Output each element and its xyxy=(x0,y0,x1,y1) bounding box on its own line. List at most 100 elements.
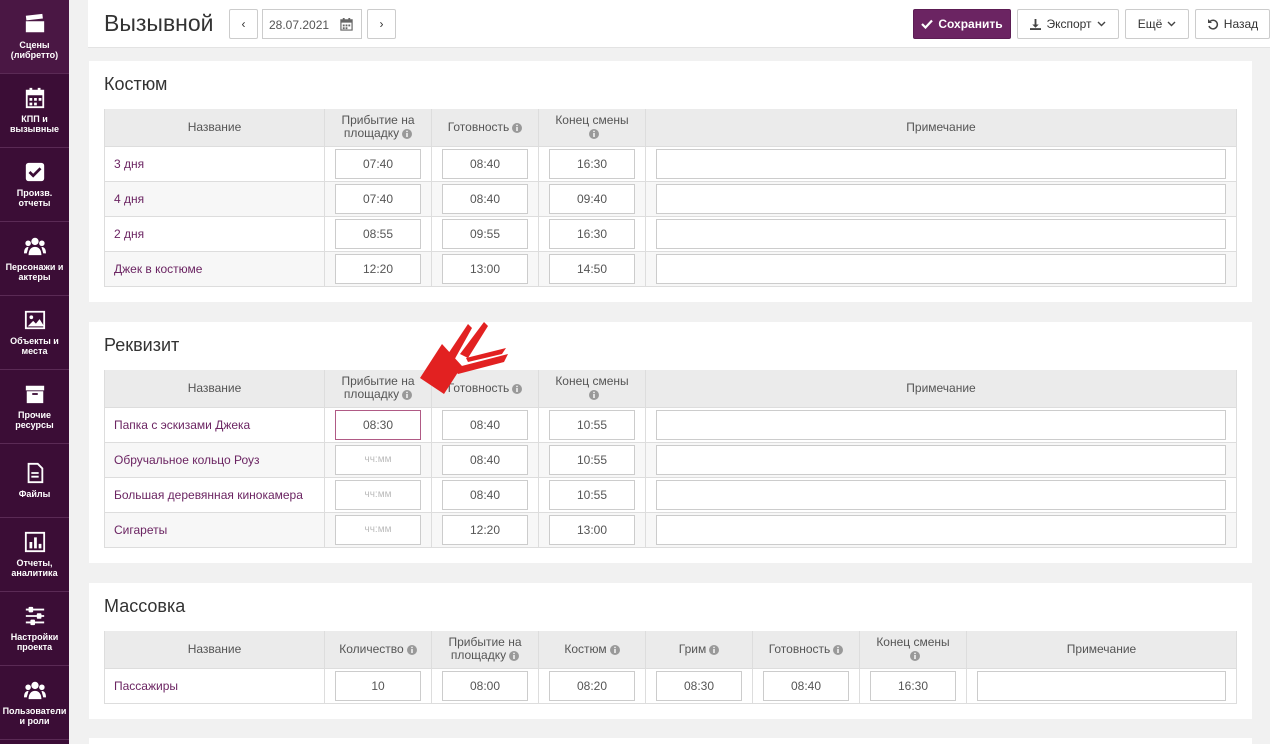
next-date-button[interactable]: › xyxy=(367,9,396,39)
note-cell xyxy=(645,511,1237,548)
makeup-time-input[interactable]: 08:30 xyxy=(656,670,742,701)
arrival-cell: 07:40 xyxy=(324,145,432,181)
ready-cell: 08:40 xyxy=(431,441,539,477)
end-time-input[interactable]: 10:55 xyxy=(549,444,635,475)
header-label: Примечание xyxy=(906,119,976,134)
row-name: 2 дня xyxy=(104,215,325,251)
download-icon xyxy=(1030,18,1042,30)
arrival-time-input[interactable]: чч:мм xyxy=(335,444,421,475)
sidebar-item-files[interactable]: Файлы xyxy=(0,444,69,518)
info-icon[interactable] xyxy=(402,129,413,140)
annotation-arrow-icon xyxy=(420,322,508,394)
sidebar-item-settings[interactable]: Настройки проекта xyxy=(0,592,69,666)
info-icon[interactable] xyxy=(588,390,599,401)
arrival-time-input[interactable]: чч:мм xyxy=(335,479,421,510)
sidebar-item-label: Персонажи и актеры xyxy=(5,262,64,282)
note-cell xyxy=(645,215,1237,251)
ready-time-input[interactable]: 09:55 xyxy=(442,218,528,249)
column-header-arrival: Прибытие на площадку xyxy=(324,109,432,146)
bar-chart-icon xyxy=(24,531,45,553)
arrival-time-input[interactable]: 07:40 xyxy=(335,148,421,179)
prev-date-button[interactable]: ‹ xyxy=(229,9,258,39)
end-time-input[interactable]: 10:55 xyxy=(549,479,635,510)
costume-table: Название Прибытие на площадку Готовность… xyxy=(104,109,1237,287)
info-icon[interactable] xyxy=(509,651,520,662)
sidebar-item-callsheets[interactable]: КПП и вызывные xyxy=(0,74,69,148)
sidebar-item-scenes[interactable]: Сцены (либретто) xyxy=(0,0,69,74)
ready-time-input[interactable]: 08:40 xyxy=(442,409,528,440)
arrival-time-input[interactable]: 08:30 xyxy=(335,409,421,440)
arrival-cell: 12:20 xyxy=(324,250,432,287)
note-input[interactable] xyxy=(656,479,1226,510)
header-label: Название xyxy=(187,380,242,395)
ready-cell: 08:40 xyxy=(431,476,539,512)
table-row: Большая деревянная кинокамера чч:мм 08:4… xyxy=(104,476,1237,512)
end-time-input[interactable]: 16:30 xyxy=(870,670,956,701)
end-time-input[interactable]: 16:30 xyxy=(549,218,635,249)
note-cell xyxy=(645,406,1237,442)
info-icon[interactable] xyxy=(609,644,620,655)
note-input[interactable] xyxy=(656,444,1226,475)
end-time-input[interactable]: 10:55 xyxy=(549,409,635,440)
info-icon[interactable] xyxy=(402,390,413,401)
sidebar-item-resources[interactable]: Прочие ресурсы xyxy=(0,370,69,444)
ready-time-input[interactable]: 08:40 xyxy=(442,479,528,510)
sidebar-item-analytics[interactable]: Отчеты, аналитика xyxy=(0,518,69,592)
ready-cell: 13:00 xyxy=(431,250,539,287)
info-icon[interactable] xyxy=(909,651,920,662)
end-time-input[interactable]: 16:30 xyxy=(549,148,635,179)
note-input[interactable] xyxy=(656,409,1226,440)
note-input[interactable] xyxy=(656,514,1226,545)
note-input[interactable] xyxy=(656,148,1226,179)
arrival-time-input[interactable]: чч:мм xyxy=(335,514,421,545)
arrival-time-input[interactable]: 08:00 xyxy=(442,670,528,701)
info-icon[interactable] xyxy=(512,122,523,133)
sidebar-item-locations[interactable]: Объекты и места xyxy=(0,296,69,370)
ready-time-input[interactable]: 08:40 xyxy=(442,444,528,475)
end-time-input[interactable]: 13:00 xyxy=(549,514,635,545)
info-icon[interactable] xyxy=(512,383,523,394)
table-row: Обручальное кольцо Роуз чч:мм 08:40 10:5… xyxy=(104,441,1237,477)
ready-time-input[interactable]: 08:40 xyxy=(442,148,528,179)
note-input[interactable] xyxy=(656,218,1226,249)
info-icon[interactable] xyxy=(709,644,720,655)
ready-time-input[interactable]: 12:20 xyxy=(442,514,528,545)
sidebar-item-characters[interactable]: Персонажи и актеры xyxy=(0,222,69,296)
end-time-input[interactable]: 09:40 xyxy=(549,183,635,214)
sidebar-item-label: Пользователи и роли xyxy=(2,706,67,726)
save-button[interactable]: Сохранить xyxy=(913,9,1011,39)
header-label: Грим xyxy=(678,641,707,656)
header-label: Готовность xyxy=(768,641,831,656)
export-button[interactable]: Экспорт xyxy=(1017,9,1119,39)
info-icon[interactable] xyxy=(833,644,844,655)
note-input[interactable] xyxy=(977,670,1226,701)
costume-time-input[interactable]: 08:20 xyxy=(549,670,635,701)
more-button[interactable]: Ещё xyxy=(1125,9,1189,39)
calendar-icon xyxy=(25,87,44,109)
arrival-cell: 08:55 xyxy=(324,215,432,251)
sidebar-item-reports[interactable]: Произв. отчеты xyxy=(0,148,69,222)
info-icon[interactable] xyxy=(588,129,599,140)
ready-time-input[interactable]: 08:40 xyxy=(763,670,849,701)
sidebar-item-users[interactable]: Пользователи и роли xyxy=(0,666,69,740)
arrival-time-input[interactable]: 07:40 xyxy=(335,183,421,214)
date-input[interactable]: 28.07.2021 xyxy=(262,9,362,39)
note-input[interactable] xyxy=(656,183,1226,214)
column-header-end: Конец смены xyxy=(859,631,967,668)
note-input[interactable] xyxy=(656,253,1226,284)
ready-time-input[interactable]: 13:00 xyxy=(442,253,528,284)
header-label: Готовность xyxy=(447,119,510,134)
end-cell: 16:30 xyxy=(538,145,646,181)
clapperboard-icon xyxy=(25,13,44,33)
arrival-time-input[interactable]: 08:55 xyxy=(335,218,421,249)
arrival-time-input[interactable]: 12:20 xyxy=(335,253,421,284)
back-button[interactable]: Назад xyxy=(1195,9,1270,39)
count-input[interactable]: 10 xyxy=(335,670,421,701)
table-header: Название Прибытие на площадку Готовность… xyxy=(104,370,1237,407)
ready-time-input[interactable]: 08:40 xyxy=(442,183,528,214)
table-header: Название Прибытие на площадку Готовность… xyxy=(104,109,1237,146)
undo-icon xyxy=(1207,19,1218,30)
end-time-input[interactable]: 14:50 xyxy=(549,253,635,284)
note-cell xyxy=(645,476,1237,512)
info-icon[interactable] xyxy=(406,644,417,655)
